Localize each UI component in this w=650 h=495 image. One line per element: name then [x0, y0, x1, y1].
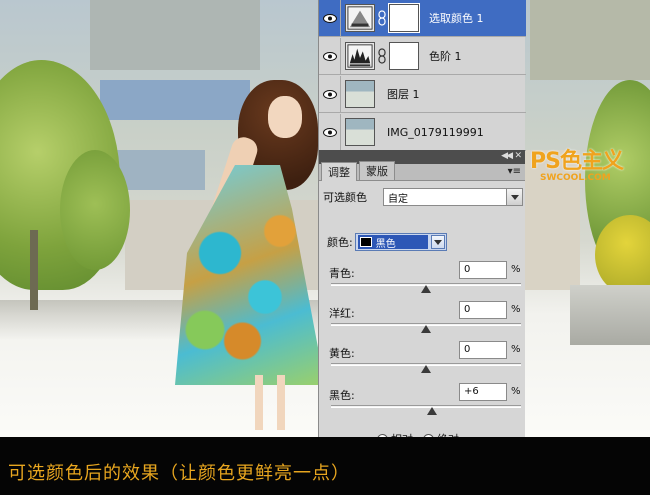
- preset-value: 自定: [388, 193, 408, 205]
- slider-thumb[interactable]: [421, 285, 431, 293]
- bush-yellow: [595, 215, 650, 295]
- preset-label: 可选颜色: [323, 191, 367, 204]
- collapse-icon[interactable]: ◀◀: [501, 151, 513, 161]
- layer-photo-thumbnail: [345, 80, 375, 108]
- slider-yellow: 黄色: 0 %: [329, 341, 524, 381]
- slider-value-input[interactable]: +6: [459, 383, 507, 401]
- slider-unit: %: [511, 386, 521, 397]
- preset-row: 可选颜色 自定: [323, 188, 523, 206]
- building-window: [115, 150, 205, 190]
- color-label: 颜色:: [327, 236, 353, 249]
- link-icon[interactable]: [377, 9, 387, 27]
- chevron-down-icon[interactable]: [506, 189, 522, 205]
- eye-icon[interactable]: [319, 75, 341, 113]
- slider-label: 洋红:: [329, 307, 355, 320]
- slider-value-input[interactable]: 0: [459, 301, 507, 319]
- layer-photo-thumbnail: [345, 118, 375, 146]
- chevron-down-icon[interactable]: [430, 235, 445, 249]
- link-icon[interactable]: [377, 47, 387, 65]
- slider-label: 黄色:: [329, 347, 355, 360]
- slider-unit: %: [511, 344, 521, 355]
- layer-row-levels[interactable]: 色阶 1: [319, 37, 526, 75]
- building-right-top: [530, 0, 650, 80]
- girl-legs: [245, 375, 295, 430]
- slider-thumb[interactable]: [421, 365, 431, 373]
- levels-adjustment-icon: [345, 42, 375, 70]
- tab-masks[interactable]: 蒙版: [359, 161, 395, 180]
- girl-face: [268, 96, 302, 138]
- slider-value-input[interactable]: 0: [459, 341, 507, 359]
- color-selected-item: 黑色: [357, 235, 428, 250]
- color-row: 颜色: 黑色: [327, 233, 447, 251]
- building: [90, 0, 260, 70]
- slider-value-input[interactable]: 0: [459, 261, 507, 279]
- layer-name: IMG_0179119991: [387, 125, 484, 139]
- tree-left-small: [60, 150, 130, 270]
- tree-trunk: [30, 230, 38, 310]
- panel-tabs: 调整 蒙版 ▾≡: [319, 161, 525, 181]
- slider-thumb[interactable]: [426, 407, 437, 415]
- watermark-logo-cn: PS色主义: [530, 149, 624, 174]
- close-icon[interactable]: ✕: [514, 151, 522, 161]
- layer-name: 色阶 1: [429, 50, 462, 63]
- layer-row-background-image[interactable]: IMG_0179119991: [319, 113, 526, 151]
- layer-row-selective-color[interactable]: 选取颜色 1: [319, 0, 526, 37]
- slider-black: 黑色: +6 %: [329, 383, 524, 423]
- slider-label: 青色:: [329, 267, 355, 280]
- slider-cyan: 青色: 0 %: [329, 261, 524, 301]
- building-window-band: [100, 80, 250, 120]
- slider-label: 黑色:: [329, 389, 355, 402]
- slider-unit: %: [511, 264, 521, 275]
- layer-row-layer1[interactable]: 图层 1: [319, 75, 526, 113]
- color-swatch: [359, 237, 372, 247]
- color-value: 黑色: [375, 238, 396, 250]
- watermark-logo: PS色主义 SWCOOL.COM: [530, 143, 630, 183]
- eye-icon[interactable]: [319, 37, 341, 75]
- preset-dropdown[interactable]: 自定: [383, 188, 523, 206]
- selective-color-adjustment-icon: [345, 4, 375, 32]
- panel-menu-icon[interactable]: ▾≡: [508, 166, 521, 177]
- girl-dress: [175, 165, 325, 385]
- eye-icon[interactable]: [319, 113, 341, 151]
- color-dropdown[interactable]: 黑色: [354, 233, 447, 251]
- slider-magenta: 洋红: 0 %: [329, 301, 524, 341]
- layer-name: 图层 1: [387, 88, 420, 101]
- caption-text: 可选颜色后的效果（让颜色更鲜亮一点）: [8, 463, 350, 484]
- slider-unit: %: [511, 304, 521, 315]
- stone-bench: [570, 285, 650, 345]
- eye-icon[interactable]: [319, 0, 341, 37]
- layer-mask-thumbnail[interactable]: [389, 42, 419, 70]
- tab-adjustments[interactable]: 调整: [321, 162, 357, 181]
- layer-name: 选取颜色 1: [429, 12, 484, 25]
- adjustments-panel: ◀◀ ✕ 调整 蒙版 ▾≡ 可选颜色 自定 颜色: 黑色 青色: 0 % 洋红:…: [318, 150, 525, 452]
- layers-panel: 选取颜色 1 色阶 1 图层 1 IMG_0179119991: [318, 0, 526, 151]
- slider-thumb[interactable]: [421, 325, 431, 333]
- layer-mask-thumbnail[interactable]: [388, 3, 420, 33]
